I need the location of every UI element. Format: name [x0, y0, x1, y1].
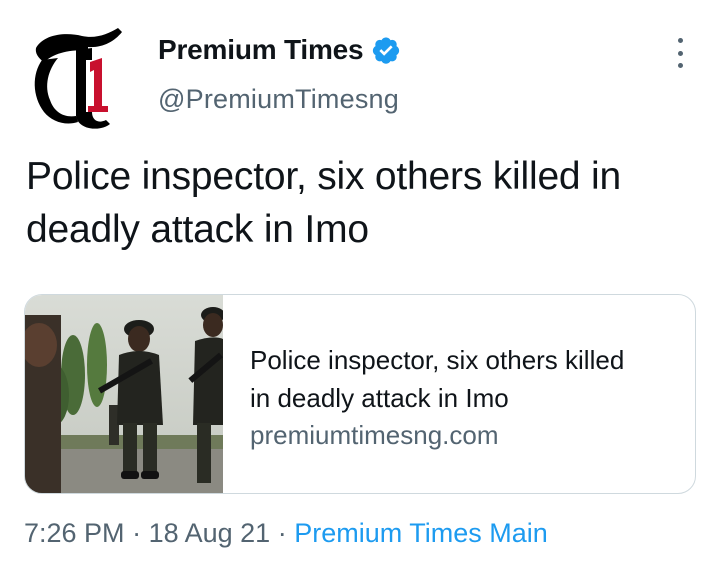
- more-dot: [677, 63, 683, 68]
- meta-separator: ·: [270, 518, 295, 548]
- meta-separator: ·: [124, 518, 149, 548]
- card-title: Police inspector, six others killed in d…: [250, 345, 625, 413]
- tweet-date[interactable]: 18 Aug 21: [149, 518, 271, 548]
- verified-badge-icon: [373, 37, 400, 64]
- tweet-time[interactable]: 7:26 PM: [24, 518, 125, 548]
- avatar[interactable]: [22, 20, 132, 130]
- tweet-meta: 7:26 PM · 18 Aug 21 · Premium Times Main: [24, 518, 548, 549]
- card-domain: premiumtimesng.com: [250, 420, 499, 450]
- display-name[interactable]: Premium Times: [158, 34, 364, 66]
- tweet: Premium Times @PremiumTimesng Police ins…: [0, 0, 720, 577]
- link-card[interactable]: Police inspector, six others killed in d…: [24, 294, 696, 494]
- name-row: Premium Times: [158, 32, 401, 68]
- card-image: [25, 295, 223, 493]
- more-dot: [677, 50, 683, 56]
- tweet-text: Police inspector, six others killed in d…: [26, 155, 622, 251]
- more-dot: [677, 38, 683, 43]
- more-options-button[interactable]: [668, 38, 692, 68]
- card-body: Police inspector, six others killed in d…: [223, 295, 695, 493]
- tweet-source-link[interactable]: Premium Times Main: [294, 518, 548, 548]
- author-block: Premium Times @PremiumTimesng: [158, 32, 401, 115]
- photo-police-officers: [25, 295, 223, 493]
- handle[interactable]: @PremiumTimesng: [158, 84, 401, 115]
- premium-times-logo-icon: [34, 28, 122, 129]
